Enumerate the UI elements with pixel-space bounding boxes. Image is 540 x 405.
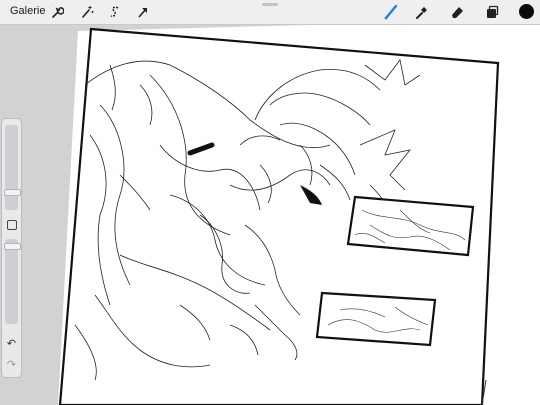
magic-wand-icon[interactable] [79,4,95,20]
brush-size-thumb[interactable] [4,189,21,196]
tool-sidebar: ↶ ↷ [1,118,22,378]
top-toolbar: Galerie [0,0,540,25]
modify-button[interactable] [7,220,17,230]
opacity-thumb[interactable] [4,243,21,250]
redo-arrow-icon[interactable]: ↷ [5,359,18,371]
transform-arrow-icon[interactable] [135,4,151,20]
inset-panel-top [346,195,475,257]
smudge-icon[interactable] [414,4,430,20]
layers-icon[interactable] [484,4,500,20]
inset-panel-bottom [315,291,437,347]
brush-size-slider[interactable] [4,125,21,210]
selection-s-icon[interactable] [107,4,123,20]
eraser-icon[interactable] [449,4,465,20]
wrench-icon[interactable] [49,4,65,20]
undo-arrow-icon[interactable]: ↶ [5,338,18,350]
color-picker-button[interactable] [519,4,534,19]
drawing-canvas[interactable]: ↶ ↷ [0,25,540,405]
toolbar-grabber[interactable] [262,3,278,6]
canvas-artwork [58,25,540,405]
brush-icon[interactable] [383,4,399,20]
gallery-button[interactable]: Galerie [10,5,45,17]
opacity-slider[interactable] [4,239,21,324]
